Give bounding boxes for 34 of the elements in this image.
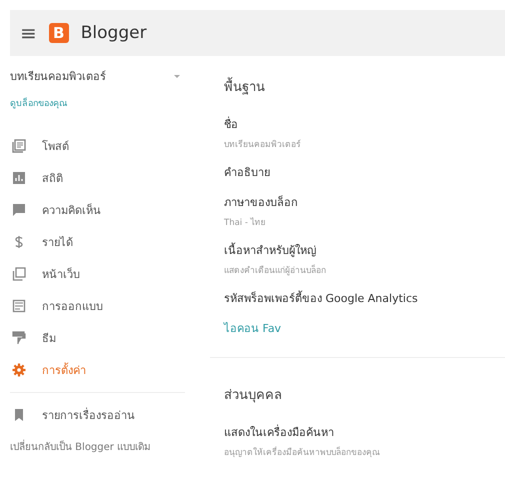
paint-roller-icon xyxy=(12,331,26,345)
setting-label[interactable]: ชื่อ xyxy=(224,115,505,133)
setting-value: Thai - ไทย xyxy=(224,216,267,229)
setting-label[interactable]: รหัสพร็อพเพอร์ตี้ของ Google Analytics xyxy=(224,289,505,307)
setting-label[interactable]: คำอธิบาย xyxy=(224,163,505,181)
nav-item[interactable]: ธีม xyxy=(10,322,190,354)
bar-chart-icon xyxy=(12,171,26,185)
legacy-link[interactable]: เปลี่ยนกลับเป็น Blogger แบบเดิม xyxy=(10,439,190,454)
layout-icon xyxy=(12,299,26,313)
nav-item[interactable]: สถิติ xyxy=(10,162,190,194)
nav-item[interactable]: หน้าเว็บ xyxy=(10,258,190,290)
section-heading: พื้นฐาน xyxy=(224,76,505,97)
setting-value: อนุญาตให้เครื่องมือค้นหาพบบล็อกของคุณ xyxy=(224,445,381,459)
section-heading: ส่วนบุคคล xyxy=(224,387,283,405)
setting-value: แสดงคำเตือนแก่ผู้อ่านบล็อก xyxy=(224,264,327,277)
nav-item[interactable]: การออกแบบ xyxy=(10,290,190,322)
setting-value: บทเรียนคอมพิวเตอร์ xyxy=(224,138,302,151)
logo: B xyxy=(48,23,69,43)
caret-icon[interactable] xyxy=(174,74,180,78)
settings-icon xyxy=(12,363,26,377)
reading-list-item[interactable]: รายการเรื่องรออ่าน xyxy=(10,399,190,431)
blog-name[interactable]: บทเรียนคอมพิวเตอร์ xyxy=(10,67,106,85)
bookmark-icon xyxy=(12,408,26,422)
nav-item[interactable]: รายได้ xyxy=(10,226,190,258)
setting-label[interactable]: แสดงในเครื่องมือค้นหา xyxy=(224,423,505,441)
app-title: Blogger xyxy=(80,23,147,43)
nav-item[interactable]: ความคิดเห็น xyxy=(10,194,190,226)
menu-icon[interactable]: ≡ xyxy=(20,21,37,45)
nav-item[interactable]: โพสต์ xyxy=(10,130,190,162)
comment-icon xyxy=(12,203,26,217)
setting-label[interactable]: ภาษาของบล็อก xyxy=(224,193,505,211)
setting-label[interactable]: เนื้อหาสำหรับผู้ใหญ่ xyxy=(224,241,505,259)
posts-icon xyxy=(12,139,26,153)
pages-icon xyxy=(12,267,26,281)
